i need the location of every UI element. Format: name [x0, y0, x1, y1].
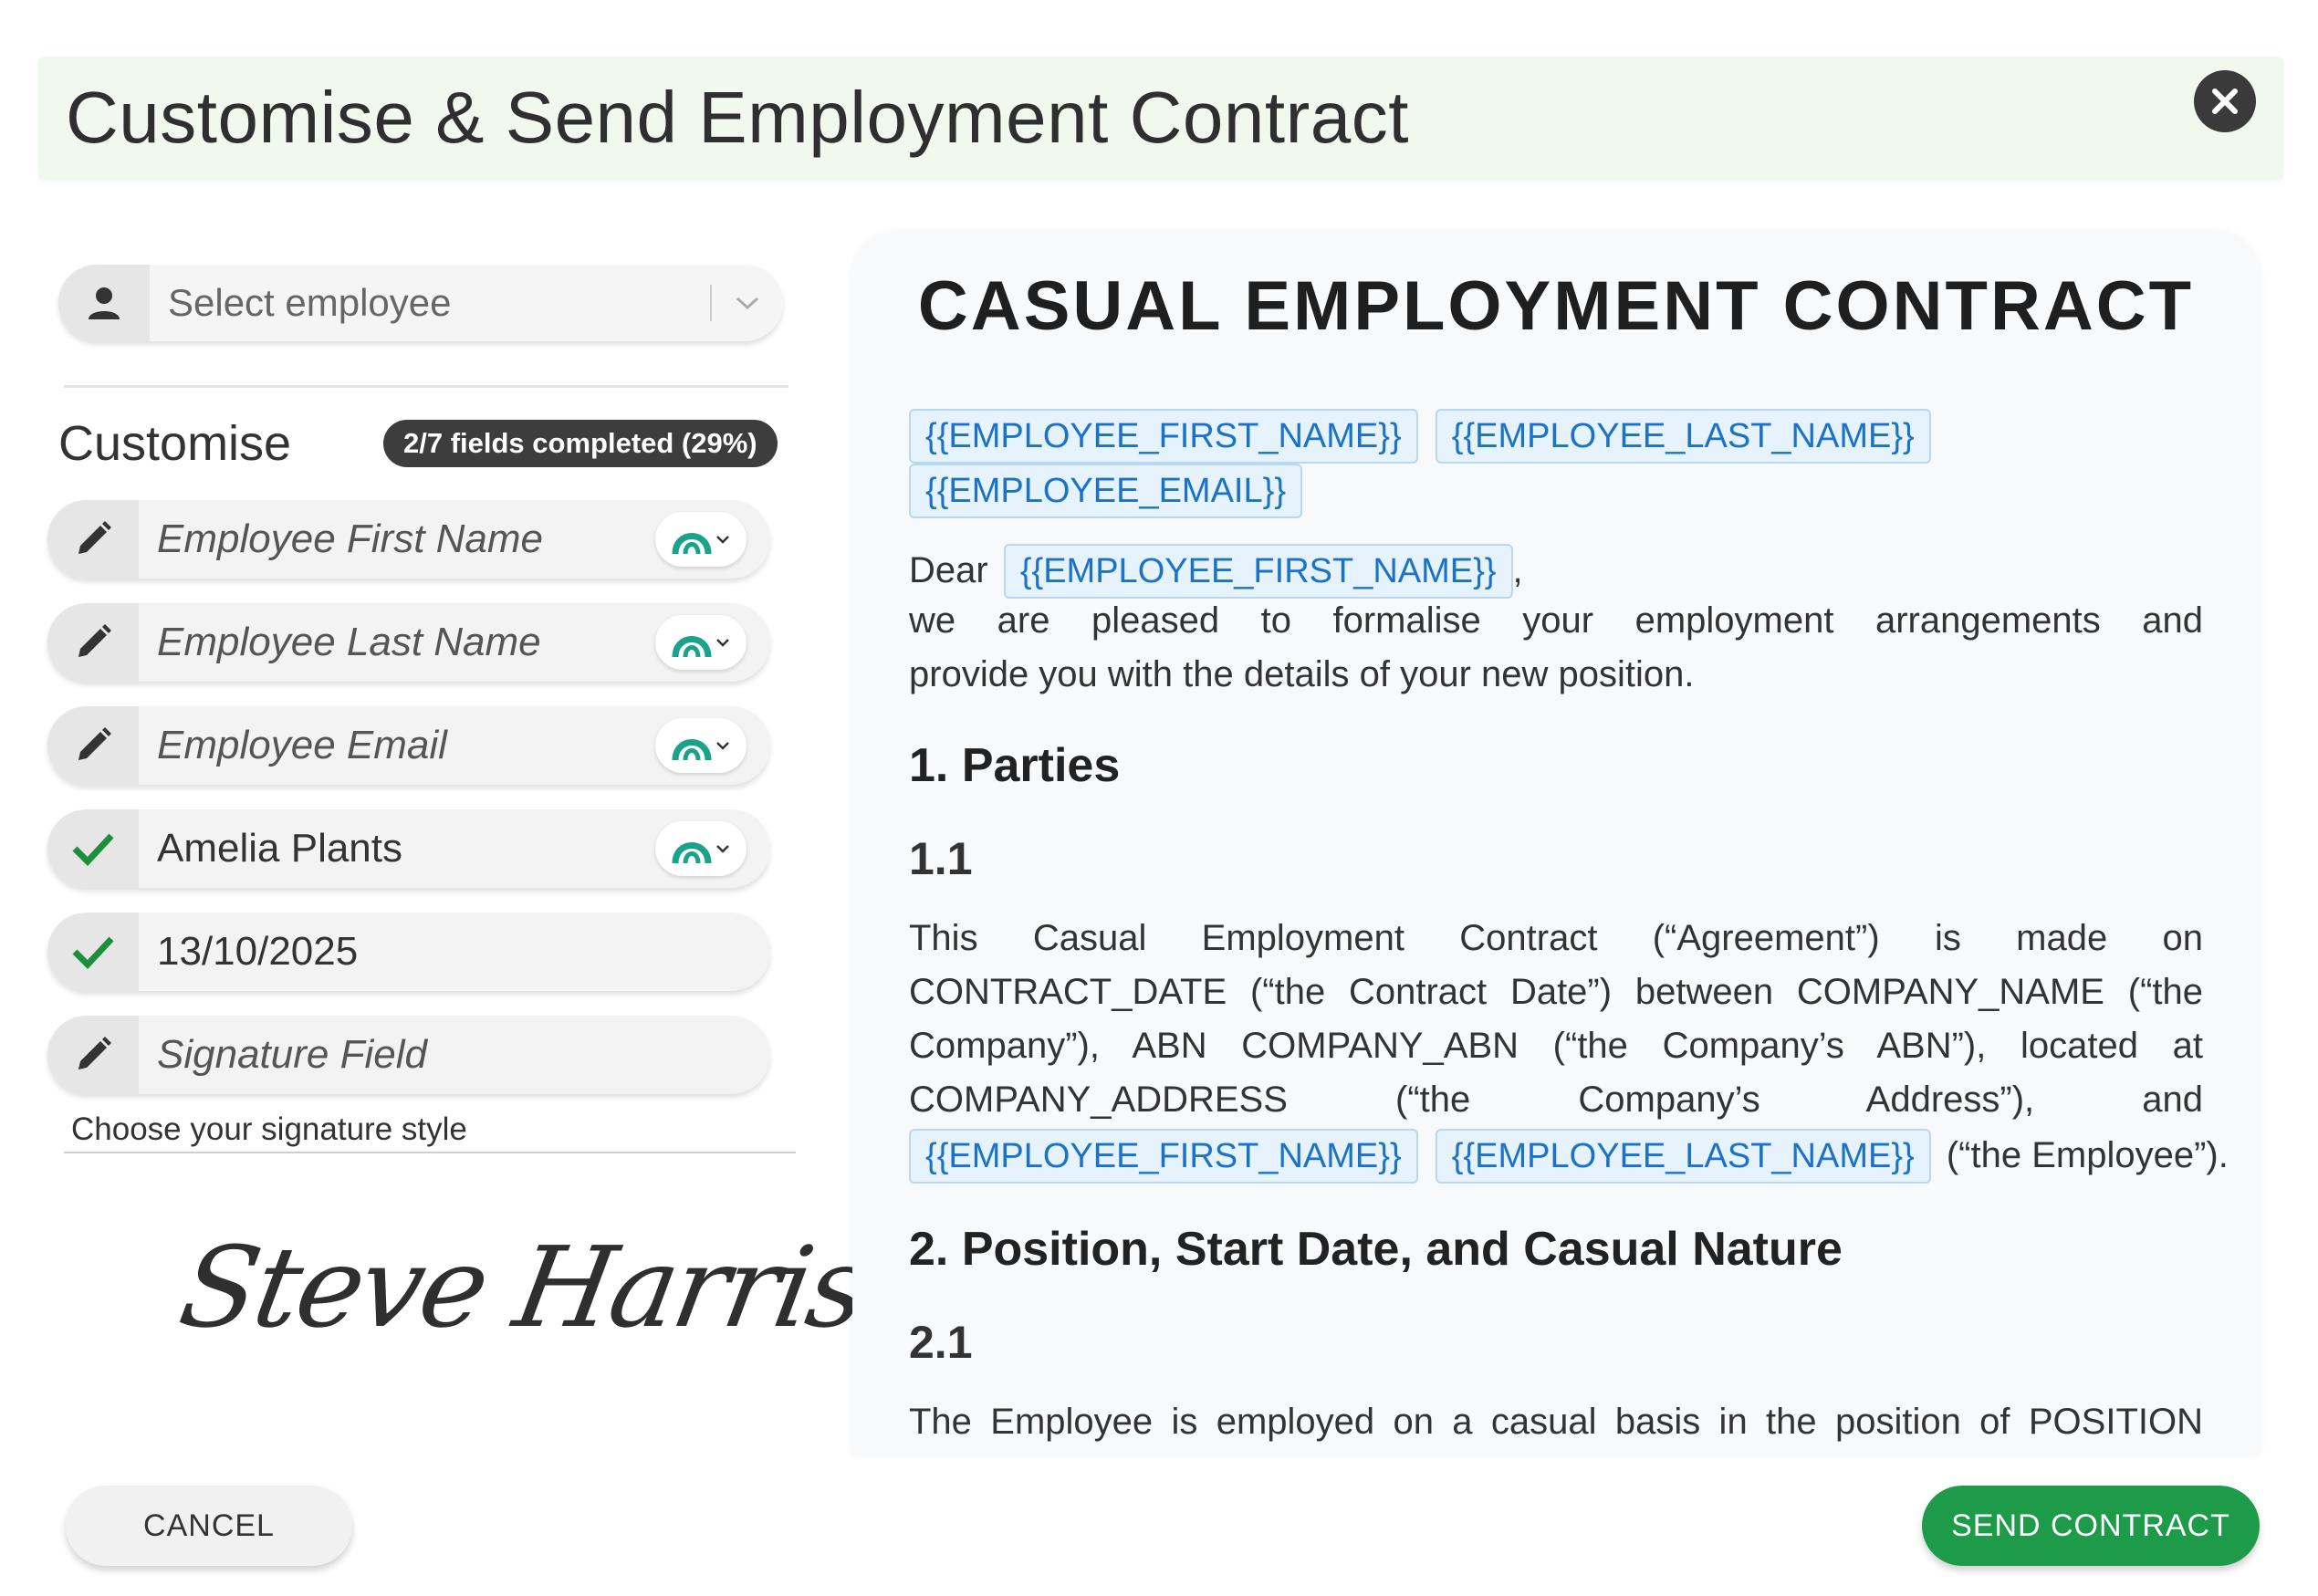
token-row-2: {{EMPLOYEE_EMAIL}}	[909, 464, 1303, 518]
field-text[interactable]: Employee Email	[139, 723, 655, 768]
left-divider	[64, 385, 788, 388]
source-icon	[672, 842, 712, 864]
salutation-text: Dear	[909, 550, 988, 590]
field-text[interactable]: Employee First Name	[139, 516, 655, 562]
intro-line-1: we are pleased to formalise your employm…	[909, 600, 2203, 641]
token-last-name[interactable]: {{EMPLOYEE_LAST_NAME}}	[1435, 409, 1931, 464]
pencil-icon	[78, 624, 111, 657]
source-toggle[interactable]	[655, 615, 747, 670]
field-employee-last-name[interactable]: Employee Last Name	[47, 603, 770, 682]
source-toggle[interactable]	[655, 821, 747, 876]
token-last-name[interactable]: {{EMPLOYEE_LAST_NAME}}	[1435, 1129, 1931, 1184]
clause-2-1-heading: 2.1	[909, 1317, 973, 1368]
check-icon	[72, 936, 114, 970]
field-employee-first-name[interactable]: Employee First Name	[47, 500, 770, 579]
field-employer-name[interactable]: Amelia Plants	[47, 809, 770, 888]
intro-line-2: provide you with the details of your new…	[909, 654, 1695, 694]
pencil-icon	[78, 727, 111, 760]
token-first-name[interactable]: {{EMPLOYEE_FIRST_NAME}}	[1003, 544, 1513, 599]
contract-preview: CASUAL EMPLOYMENT CONTRACT {{EMPLOYEE_FI…	[852, 232, 2260, 1455]
source-icon	[672, 636, 712, 658]
signature-preview[interactable]: Steve Harris	[171, 1223, 874, 1352]
token-first-name[interactable]: {{EMPLOYEE_FIRST_NAME}}	[909, 1129, 1418, 1184]
clause-2-1-line-1: The Employee is employed on a casual bas…	[909, 1402, 2203, 1442]
field-text[interactable]: 13/10/2025	[139, 929, 770, 975]
person-icon	[89, 287, 120, 319]
send-contract-button[interactable]: SEND CONTRACT	[1922, 1486, 2260, 1566]
source-icon	[672, 739, 712, 761]
contract-title: CASUAL EMPLOYMENT CONTRACT	[917, 267, 2195, 345]
dialog-header: Customise & Send Employment Contract	[38, 57, 2283, 179]
field-text[interactable]: Signature Field	[139, 1032, 770, 1078]
clause-1-1-line-2: CONTRACT_DATE (“the Contract Date”) betw…	[909, 972, 2203, 1012]
section-2-heading: 2. Position, Start Date, and Casual Natu…	[909, 1223, 1843, 1276]
signature-style-label: Choose your signature style	[71, 1111, 467, 1147]
select-employee-icon-box	[58, 265, 150, 341]
salutation-comma: ,	[1512, 550, 1523, 590]
clause-1-1-line-4: COMPANY_ADDRESS (“the Company’s Address”…	[909, 1080, 2203, 1120]
field-signature[interactable]: Signature Field	[47, 1016, 770, 1094]
pencil-icon	[78, 1037, 111, 1069]
chevron-down-icon	[716, 536, 729, 544]
pencil-icon	[78, 521, 111, 554]
chevron-down-icon	[736, 297, 759, 310]
clause-1-1-line-1: This Casual Employment Contract (“Agreem…	[909, 918, 2203, 958]
clause-1-1-heading: 1.1	[909, 833, 973, 884]
chevron-down-icon	[716, 845, 729, 853]
dialog-title: Customise & Send Employment Contract	[66, 77, 1409, 158]
employee-label-text: (“the Employee”).	[1946, 1135, 2229, 1175]
source-icon	[672, 533, 712, 555]
cancel-button[interactable]: CANCEL	[66, 1486, 352, 1566]
field-employee-email[interactable]: Employee Email	[47, 706, 770, 785]
token-first-name[interactable]: {{EMPLOYEE_FIRST_NAME}}	[909, 409, 1418, 464]
close-button[interactable]	[2194, 70, 2256, 132]
select-employee-dropdown[interactable]: Select employee	[58, 265, 783, 341]
fields-completed-badge: 2/7 fields completed (29%)	[383, 420, 778, 467]
check-icon	[72, 833, 114, 867]
source-toggle[interactable]	[655, 718, 747, 773]
field-text[interactable]: Employee Last Name	[139, 620, 655, 665]
chevron-down-icon	[716, 742, 729, 750]
salutation-line: Dear {{EMPLOYEE_FIRST_NAME}},	[909, 544, 1523, 599]
select-employee-placeholder: Select employee	[168, 281, 452, 324]
source-toggle[interactable]	[655, 512, 747, 567]
token-row-1: {{EMPLOYEE_FIRST_NAME}} {{EMPLOYEE_LAST_…	[909, 409, 1931, 464]
token-email[interactable]: {{EMPLOYEE_EMAIL}}	[909, 464, 1303, 518]
field-date[interactable]: 13/10/2025	[47, 913, 770, 991]
section-1-heading: 1. Parties	[909, 739, 1121, 792]
chevron-down-icon	[716, 639, 729, 647]
customise-heading: Customise	[58, 416, 292, 471]
clause-1-1-line-5: {{EMPLOYEE_FIRST_NAME}} {{EMPLOYEE_LAST_…	[909, 1129, 2229, 1184]
clause-1-1-line-3: Company”), ABN COMPANY_ABN (“the Company…	[909, 1026, 2203, 1066]
signature-style-underline	[64, 1152, 796, 1153]
select-chevron[interactable]	[712, 294, 783, 312]
field-text[interactable]: Amelia Plants	[139, 826, 655, 871]
close-icon	[2212, 89, 2238, 114]
